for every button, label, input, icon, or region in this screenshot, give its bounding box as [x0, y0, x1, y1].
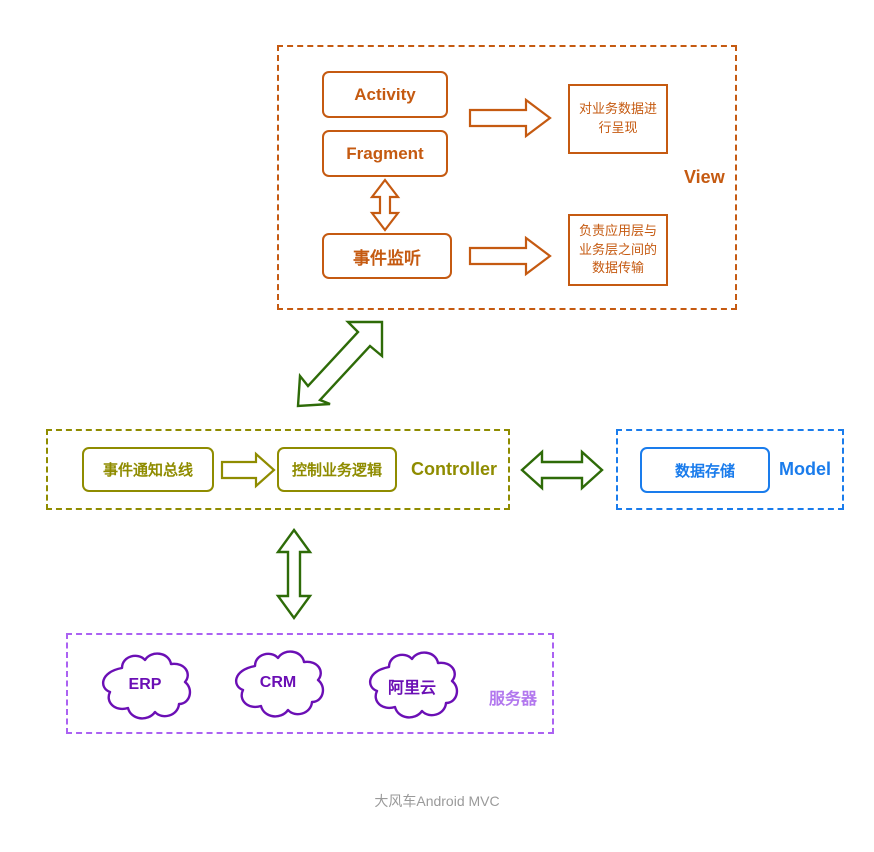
server-cloud-crm-label: CRM: [259, 674, 297, 691]
view-group-label: View: [684, 167, 725, 187]
view-box-activity-label: Activity: [354, 84, 416, 104]
controller-box-business-logic[interactable]: 控制业务逻辑: [277, 447, 397, 492]
server-cloud-erp[interactable]: ERP: [91, 646, 199, 726]
view-box-activity[interactable]: Activity: [322, 71, 448, 118]
controller-box-event-bus-label: 事件通知总线: [102, 462, 193, 479]
view-note-data-transfer-line-1: 负责应用层与: [578, 222, 657, 238]
server-cloud-aliyun-label: 阿里云: [387, 680, 436, 697]
view-note-presentation-line-2: 行呈现: [598, 120, 638, 135]
view-box-fragment[interactable]: Fragment: [322, 130, 448, 177]
controller-box-event-bus[interactable]: 事件通知总线: [82, 447, 214, 492]
arrow-right-orange-bottom-icon: [468, 235, 552, 277]
view-box-fragment-label: Fragment: [346, 143, 424, 163]
view-note-presentation-line-1: 对业务数据进: [578, 101, 657, 117]
arrow-updown-orange-icon: [368, 178, 402, 232]
server-cloud-erp-label: ERP: [128, 676, 162, 693]
view-note-data-transfer-line-2: 业务层之间的: [578, 241, 657, 257]
arrow-right-olive-icon: [220, 451, 276, 489]
diagram-caption: 大风车Android MVC: [374, 793, 500, 809]
diagram-canvas: View Activity Fragment 事件监听 对业务数据进 行呈现 负…: [0, 0, 874, 852]
server-group-label: 服务器: [489, 691, 538, 708]
arrow-updown-green-icon: [275, 527, 313, 621]
controller-box-business-logic-label: 控制业务逻辑: [291, 462, 382, 479]
arrow-right-orange-top-icon: [468, 97, 552, 139]
model-box-data-storage[interactable]: 数据存储: [640, 447, 770, 493]
model-box-data-storage-label: 数据存储: [674, 462, 735, 480]
controller-group-label: Controller: [411, 459, 498, 479]
server-cloud-aliyun[interactable]: 阿里云: [358, 645, 466, 725]
view-note-data-transfer-line-3: 数据传输: [591, 260, 644, 276]
view-box-event-listener[interactable]: 事件监听: [322, 233, 452, 279]
arrow-diagonal-green-icon: [296, 318, 386, 410]
view-box-event-listener-label: 事件监听: [353, 248, 421, 268]
model-group-label: Model: [779, 459, 831, 479]
view-note-data-transfer: 负责应用层与 业务层之间的 数据传输: [568, 214, 668, 286]
view-note-presentation: 对业务数据进 行呈现: [568, 84, 668, 154]
server-cloud-crm[interactable]: CRM: [224, 644, 332, 724]
arrow-leftright-green-icon: [520, 448, 604, 492]
